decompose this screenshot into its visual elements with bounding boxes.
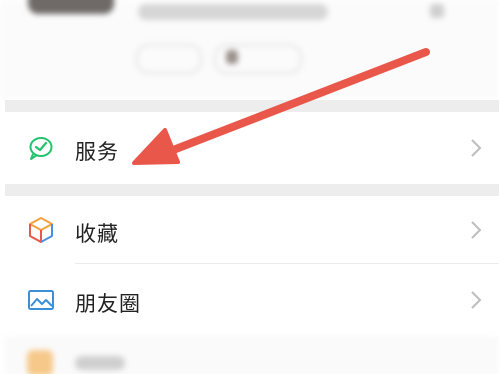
profile-id-placeholder xyxy=(138,4,328,20)
avatar xyxy=(28,0,114,14)
chevron-right-icon xyxy=(471,139,482,157)
menu-item-next-blurred[interactable] xyxy=(5,336,499,374)
emoji-icon xyxy=(27,350,53,374)
status-chip[interactable] xyxy=(136,44,202,74)
section-gap xyxy=(5,184,499,196)
menu-item-favorites[interactable]: 收藏 xyxy=(5,196,499,264)
qr-code-icon xyxy=(430,4,444,18)
chevron-right-icon xyxy=(471,221,482,239)
moments-photo-icon xyxy=(28,290,54,310)
wechat-me-screen: 服务 收藏 朋友圈 xyxy=(0,0,499,374)
profile-header-blurred[interactable] xyxy=(0,0,499,100)
section-gap xyxy=(5,100,499,112)
service-check-icon xyxy=(29,137,53,160)
menu-item-label: 朋友圈 xyxy=(75,292,141,316)
chevron-right-icon xyxy=(471,291,482,309)
favorites-cube-icon xyxy=(29,217,53,243)
status-chip-avatar xyxy=(226,50,238,64)
menu-item-label: 服务 xyxy=(75,140,119,164)
menu-item-label: 收藏 xyxy=(75,222,119,246)
menu-item-moments[interactable]: 朋友圈 xyxy=(5,264,499,336)
menu-item-label-placeholder xyxy=(75,356,125,370)
menu-item-service[interactable]: 服务 xyxy=(5,112,499,184)
